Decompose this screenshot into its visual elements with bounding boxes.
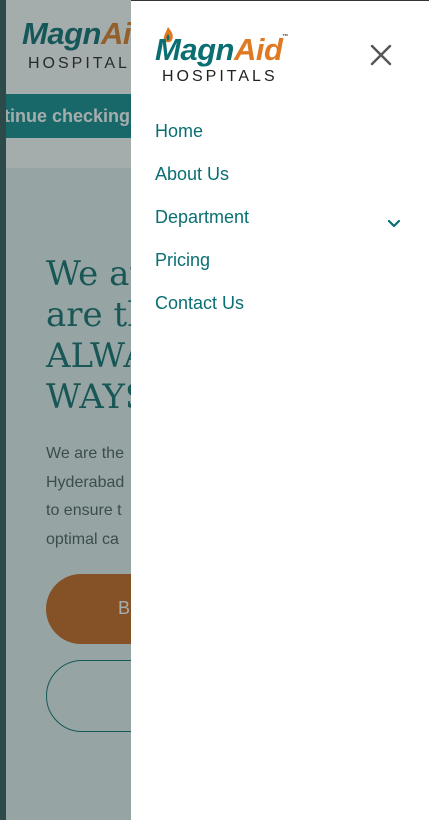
nav-item-department[interactable]: Department	[155, 199, 405, 242]
nav-item-about-us[interactable]: About Us	[155, 156, 405, 199]
drawer-logo-subtitle: HOSPITALS	[162, 68, 278, 85]
drawer-logo[interactable]: MagnAid™ HOSPITALS	[155, 27, 288, 85]
mobile-nav-drawer: MagnAid™ HOSPITALS Home About Us Departm…	[131, 0, 429, 820]
close-icon	[370, 44, 392, 66]
chevron-down-icon[interactable]	[387, 213, 401, 234]
page-edge	[0, 0, 6, 820]
nav-item-home[interactable]: Home	[155, 113, 405, 156]
close-menu-button[interactable]	[367, 41, 395, 69]
nav-item-contact-us[interactable]: Contact Us	[155, 285, 405, 328]
nav-menu: Home About Us Department Pricing Contact…	[155, 113, 405, 328]
nav-item-pricing[interactable]: Pricing	[155, 242, 405, 285]
